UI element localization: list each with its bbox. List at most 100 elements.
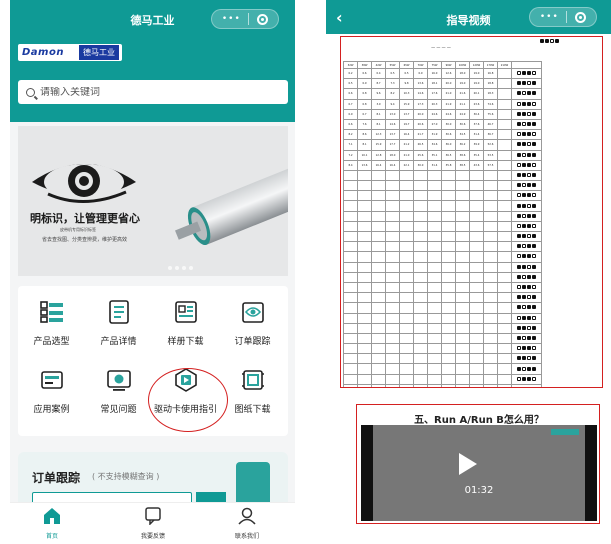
table-cell (441, 241, 456, 253)
table-cell (455, 190, 470, 202)
table-cell (469, 281, 484, 294)
table-cell (413, 261, 428, 273)
table-cell (455, 169, 470, 182)
table-cell (455, 332, 470, 345)
indicator (527, 335, 531, 340)
table-cell (399, 251, 414, 263)
indicator (517, 356, 521, 361)
table-row (343, 180, 542, 192)
indicator (527, 122, 531, 127)
table-cell (413, 251, 428, 263)
search-bar[interactable] (18, 80, 288, 104)
table-cell: 12.8 (371, 149, 386, 161)
grid-item-order-tracking[interactable]: 订单跟踪 (219, 290, 286, 356)
table-cell (357, 363, 372, 375)
search-input[interactable] (40, 86, 260, 98)
table-cell (483, 261, 498, 273)
table-cell: 0.9 (413, 67, 428, 80)
indicator (527, 356, 531, 361)
indicator-cell (511, 200, 542, 212)
grid-item-drawing-download[interactable]: 图纸下载 (219, 358, 286, 424)
table-cell: 74.6 (483, 98, 498, 110)
table-cell: 20.6 (413, 118, 428, 131)
miniprogram-capsule[interactable]: ••• (529, 7, 597, 27)
table-body: 0.2 0.6 0.4 0.5 0.5 0.9 16.0 12.6 18.0 19.0 16.8 0.… (343, 67, 542, 387)
table-cell (385, 312, 400, 324)
table-cell (343, 383, 358, 387)
table-cell (343, 292, 358, 304)
logo-en: Damon (22, 47, 64, 58)
table-cell (497, 169, 512, 182)
indicator (532, 223, 536, 228)
table-cell (413, 292, 428, 304)
tab-home[interactable]: 首页 (22, 507, 82, 540)
table-cell: 16.4 (371, 159, 386, 171)
grid-item-catalog-download[interactable]: 样册下载 (152, 290, 219, 356)
table-cell (399, 169, 414, 182)
table-row (343, 190, 542, 202)
table-cell (371, 210, 386, 222)
video-player[interactable]: 01:32 (361, 425, 597, 521)
table-row (343, 322, 542, 334)
table-cell (455, 200, 470, 212)
indicator (517, 346, 521, 351)
tab-feedback[interactable]: 我要反馈 (123, 507, 183, 540)
indicator (527, 264, 531, 269)
table-cell (399, 302, 414, 314)
table-cell: 3.9 (371, 98, 386, 110)
table-cell: 30.6 (441, 129, 456, 141)
table-row: 0.7 0.8 3.9 9.4 15.9 17.3 20.3 21.9 21.1 23.6 74.6 (343, 98, 542, 110)
indicator (522, 111, 526, 116)
table-cell (483, 169, 498, 182)
table-cell: 0.7 (343, 98, 358, 110)
indicator (527, 285, 531, 290)
video-card[interactable]: 五、Run A/Run B怎么用？ 01:32 (356, 404, 600, 524)
table-cell (497, 312, 512, 324)
table-cell (469, 292, 484, 304)
indicator (532, 335, 536, 340)
play-icon[interactable] (459, 453, 477, 475)
table-cell (497, 230, 512, 243)
indicator (532, 203, 536, 208)
indicator (532, 285, 536, 290)
grid-label: 产品详情 (100, 337, 137, 347)
more-icon[interactable]: ••• (222, 14, 241, 24)
drawing-download-icon (241, 370, 264, 390)
indicator-cell (511, 108, 542, 120)
table-cell: 26.5 (413, 139, 428, 151)
table-cell (413, 353, 428, 365)
miniprogram-capsule[interactable]: ••• (211, 9, 279, 29)
close-icon[interactable] (257, 13, 269, 25)
table-cell: 7.6 (357, 118, 372, 131)
parameter-sheet[interactable]: — — — — 32W 38W 42W 55W 65W 70W 75W 90W 100W 120W… (340, 36, 603, 388)
grid-item-faq[interactable]: 常见问题 (85, 358, 152, 424)
indicator (522, 295, 526, 300)
grid-item-product-selection[interactable]: 产品选型 (18, 290, 85, 356)
grid-item-application-cases[interactable]: 应用案例 (18, 358, 85, 424)
table-cell (469, 210, 484, 222)
close-icon[interactable] (575, 11, 587, 23)
table-cell (371, 261, 386, 273)
tab-contact[interactable]: 联系我们 (217, 507, 277, 540)
table-cell: 46.7 (483, 118, 498, 131)
table-cell (371, 281, 386, 294)
table-cell (427, 220, 442, 233)
indicator-cell (511, 383, 542, 387)
indicator (517, 264, 521, 269)
banner-subtitle-2: 省去查找图、分类查辨费，维护更高效 (42, 237, 128, 243)
table-cell (385, 220, 400, 233)
table-cell (371, 200, 386, 212)
indicator-cell (511, 67, 542, 80)
table-cell (441, 251, 456, 263)
table-row: 7.1 8.1 15.9 17.7 21.2 26.5 34.6 36.0 36.2 39.9 52… (343, 139, 542, 151)
table-cell (413, 271, 428, 283)
grid-item-product-details[interactable]: 产品详情 (85, 290, 152, 356)
more-icon[interactable]: ••• (540, 12, 559, 22)
table-cell (343, 169, 358, 182)
table-cell (385, 169, 400, 182)
table-cell: 20.0 (413, 108, 428, 120)
table-cell (497, 332, 512, 345)
table-header-cell (511, 61, 542, 69)
banner-carousel[interactable]: 明标识，让管理更省心 皮带机专用标识标签 省去查找图、分类查辨费，维护更高效 (18, 126, 288, 276)
table-cell (441, 271, 456, 283)
